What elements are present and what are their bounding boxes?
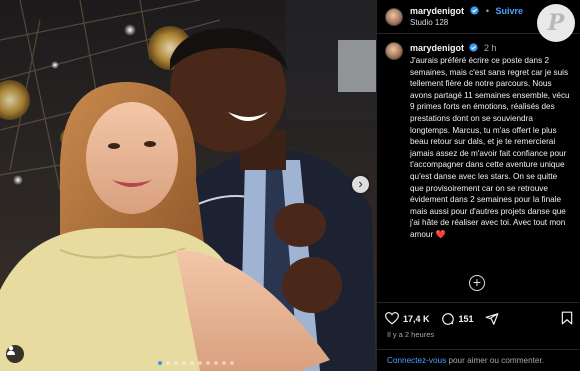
share-button[interactable] — [485, 312, 499, 326]
verified-badge-icon — [468, 43, 478, 52]
site-watermark-logo: P — [537, 4, 575, 42]
post-photo[interactable]: › — [0, 0, 376, 371]
photo-illustration — [0, 0, 376, 371]
carousel-dot — [182, 361, 186, 365]
carousel-dot — [230, 361, 234, 365]
comment-count: 151 — [458, 313, 474, 324]
comment-bubble-icon — [441, 312, 454, 325]
watermark-letter: P — [547, 10, 565, 36]
carousel-dot — [158, 361, 162, 365]
save-button[interactable] — [561, 311, 573, 327]
author-avatar[interactable] — [385, 7, 403, 26]
caption-timestamp: 2 h — [484, 43, 497, 53]
post-location[interactable]: Studio 128 — [410, 17, 523, 29]
login-prompt-text: pour aimer ou commenter. — [446, 356, 545, 365]
post-side-panel: P marydenigot • Suivre Studio 128 maryde… — [376, 0, 580, 371]
like-button[interactable]: 17,4 K — [385, 312, 430, 325]
login-prompt: Connectez-vous pour aimer ou commenter. — [377, 349, 580, 371]
plus-circle-icon[interactable]: + — [469, 275, 485, 291]
carousel-dot — [206, 361, 210, 365]
login-link[interactable]: Connectez-vous — [387, 356, 446, 365]
carousel-dot — [190, 361, 194, 365]
carousel-dot — [198, 361, 202, 365]
post-caption: marydenigot 2 h J'aurais préféré écrire … — [377, 34, 580, 241]
carousel-indicator — [158, 361, 234, 365]
heart-icon — [385, 312, 399, 325]
carousel-next-button[interactable]: › — [352, 176, 369, 193]
tagged-users-button[interactable] — [6, 345, 24, 363]
paper-plane-icon — [485, 312, 498, 325]
caption-username[interactable]: marydenigot — [410, 43, 464, 53]
author-username[interactable]: marydenigot — [410, 6, 464, 16]
verified-badge-icon — [470, 6, 480, 15]
person-icon — [7, 346, 15, 355]
header-separator: • — [485, 6, 490, 16]
caption-author-avatar[interactable] — [385, 42, 403, 60]
bookmark-icon — [561, 311, 573, 324]
chevron-right-icon: › — [358, 176, 363, 191]
comment-button[interactable]: 151 — [441, 312, 474, 326]
carousel-dot — [166, 361, 170, 365]
carousel-dot — [174, 361, 178, 365]
caption-text: J'aurais préféré écrire ce poste dans 2 … — [410, 56, 572, 239]
follow-button[interactable]: Suivre — [496, 6, 524, 16]
post-age: Il y a 2 heures — [387, 330, 435, 339]
carousel-dot — [222, 361, 226, 365]
carousel-dot — [214, 361, 218, 365]
like-count: 17,4 K — [403, 313, 430, 324]
